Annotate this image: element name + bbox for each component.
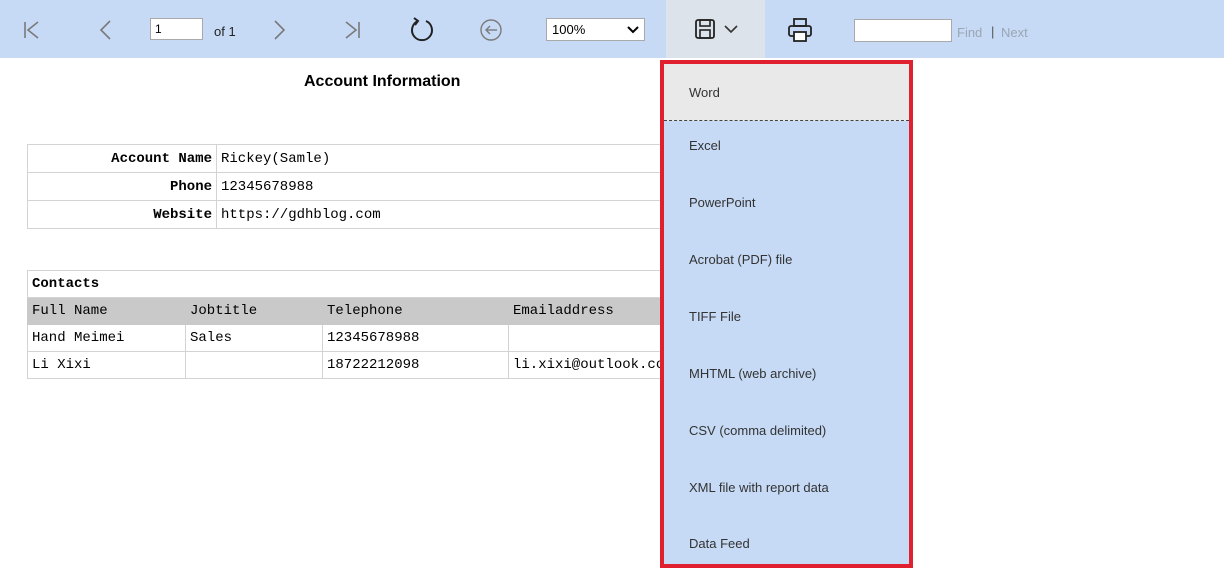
export-pdf-item[interactable]: Acrobat (PDF) file bbox=[664, 231, 909, 288]
zoom-select[interactable]: 100% bbox=[546, 18, 645, 41]
table-cell: li.xixi@outlook.com bbox=[508, 351, 678, 379]
table-cell bbox=[185, 351, 323, 379]
table-row: Account Name Rickey(Samle) bbox=[27, 144, 666, 173]
report-viewer-toolbar: of 1 100% Find | Next bbox=[0, 0, 1224, 58]
refresh-icon bbox=[411, 17, 433, 42]
chevron-down-icon bbox=[723, 24, 738, 33]
table-row: Hand Meimei Sales 12345678988 bbox=[27, 324, 678, 352]
export-mhtml-item[interactable]: MHTML (web archive) bbox=[664, 345, 909, 402]
table-row: Phone 12345678988 bbox=[27, 172, 666, 201]
print-button[interactable] bbox=[786, 16, 814, 44]
contacts-table: Contacts Full Name Jobtitle Telephone Em… bbox=[27, 270, 678, 379]
first-page-icon bbox=[24, 21, 39, 39]
account-name-value: Rickey(Samle) bbox=[216, 144, 666, 173]
page-count-label: of 1 bbox=[214, 24, 236, 39]
first-page-button[interactable] bbox=[20, 18, 44, 42]
find-separator: | bbox=[991, 24, 995, 39]
column-header: Jobtitle bbox=[185, 297, 323, 325]
column-header: Emailaddress bbox=[508, 297, 678, 325]
find-next-link[interactable]: Next bbox=[1001, 25, 1028, 40]
back-to-parent-button[interactable] bbox=[478, 17, 504, 43]
website-label: Website bbox=[27, 200, 217, 229]
contacts-header-row: Full Name Jobtitle Telephone Emailaddres… bbox=[27, 297, 678, 325]
table-cell: 18722212098 bbox=[322, 351, 509, 379]
export-powerpoint-item[interactable]: PowerPoint bbox=[664, 174, 909, 231]
find-input[interactable] bbox=[854, 19, 952, 42]
website-value: https://gdhblog.com bbox=[216, 200, 666, 229]
export-csv-item[interactable]: CSV (comma delimited) bbox=[664, 402, 909, 459]
back-arrow-icon bbox=[480, 19, 502, 41]
column-header: Full Name bbox=[27, 297, 186, 325]
contacts-section-title: Contacts bbox=[27, 270, 678, 298]
zoom-value: 100% bbox=[552, 22, 586, 37]
export-format-menu: Word Excel PowerPoint Acrobat (PDF) file… bbox=[660, 60, 913, 568]
export-tiff-item[interactable]: TIFF File bbox=[664, 288, 909, 345]
next-page-button[interactable] bbox=[267, 18, 291, 42]
table-cell: Hand Meimei bbox=[27, 324, 186, 352]
phone-label: Phone bbox=[27, 172, 217, 201]
export-xml-item[interactable]: XML file with report data bbox=[664, 459, 909, 516]
save-icon bbox=[694, 19, 715, 39]
export-word-item[interactable]: Word bbox=[664, 64, 909, 121]
report-title: Account Information bbox=[304, 73, 461, 90]
refresh-button[interactable] bbox=[408, 16, 436, 44]
contacts-section-row: Contacts bbox=[27, 270, 678, 298]
account-info-table: Account Name Rickey(Samle) Phone 1234567… bbox=[27, 144, 666, 229]
account-name-label: Account Name bbox=[27, 144, 217, 173]
page-number-input[interactable] bbox=[150, 18, 203, 40]
export-data-feed-item[interactable]: Data Feed bbox=[664, 515, 909, 564]
table-cell: Li Xixi bbox=[27, 351, 186, 379]
previous-page-button[interactable] bbox=[94, 18, 118, 42]
phone-value: 12345678988 bbox=[216, 172, 666, 201]
table-row: Li Xixi 18722212098 li.xixi@outlook.com bbox=[27, 351, 678, 379]
table-cell: 12345678988 bbox=[322, 324, 509, 352]
table-cell bbox=[508, 324, 678, 352]
find-link[interactable]: Find bbox=[957, 25, 982, 40]
chevron-down-icon bbox=[627, 25, 639, 33]
last-page-icon bbox=[345, 21, 360, 39]
last-page-button[interactable] bbox=[340, 18, 364, 42]
export-button[interactable] bbox=[666, 0, 765, 58]
printer-icon bbox=[788, 18, 812, 42]
chevron-right-icon bbox=[274, 20, 286, 40]
chevron-left-icon bbox=[99, 20, 111, 40]
column-header: Telephone bbox=[322, 297, 509, 325]
table-cell: Sales bbox=[185, 324, 323, 352]
export-excel-item[interactable]: Excel bbox=[664, 117, 909, 174]
table-row: Website https://gdhblog.com bbox=[27, 200, 666, 229]
